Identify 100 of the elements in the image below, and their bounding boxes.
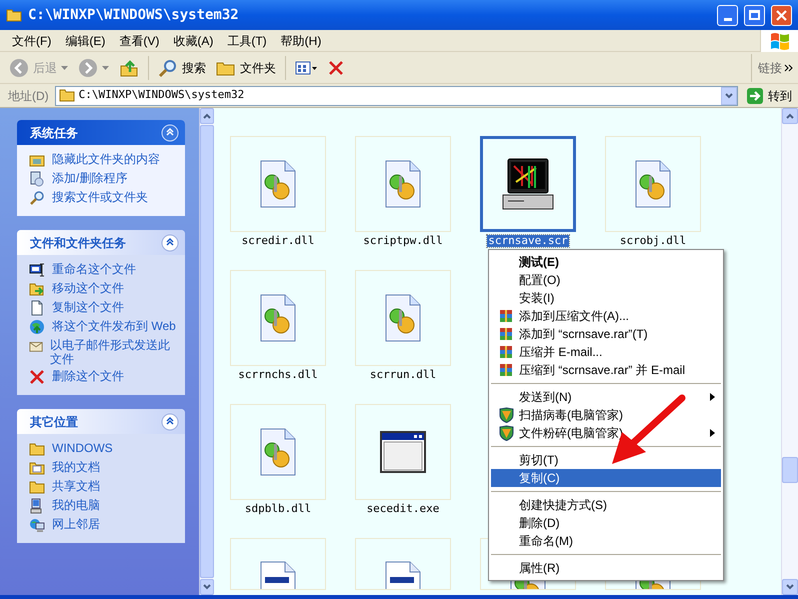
folder-icon (6, 8, 22, 22)
folders-button[interactable]: 文件夹 (213, 54, 279, 80)
task-link[interactable]: 移动这个文件 (52, 281, 124, 295)
menu-item[interactable]: 工具(T) (221, 30, 273, 52)
task-link[interactable]: 以电子邮件形式发送此文件 (50, 338, 177, 366)
shield-icon (499, 407, 514, 423)
task-link[interactable]: 将这个文件发布到 Web (52, 319, 176, 333)
archive-icon (499, 327, 513, 341)
close-button[interactable] (771, 4, 792, 26)
globe-icon (29, 319, 45, 335)
scroll-down-button[interactable] (782, 579, 798, 595)
menu-item[interactable]: 压缩到 “scrnsave.rar” 并 E-mail (491, 361, 721, 379)
file-name[interactable]: secedit.exe (366, 503, 440, 515)
chevron-down-icon (725, 92, 733, 98)
caret-icon (102, 66, 109, 70)
menu-item[interactable]: 添加到压缩文件(A)... (491, 307, 721, 325)
menu-item[interactable]: 帮助(H) (274, 30, 328, 52)
screen-icon (29, 262, 45, 278)
file-name[interactable]: scrrnchs.dll (237, 369, 319, 381)
menu-item[interactable]: 属性(R) (491, 559, 721, 577)
file-name[interactable]: scrnsave.scr (487, 235, 569, 247)
menu-item[interactable]: 发送到(N) (491, 388, 721, 406)
task-link[interactable]: 搜索文件或文件夹 (52, 190, 148, 204)
menu-item[interactable]: 文件(F) (6, 30, 58, 52)
scroll-down-button[interactable] (200, 579, 214, 595)
collapse-icon[interactable] (161, 234, 179, 252)
dropdown-button[interactable] (721, 86, 737, 104)
menu-item[interactable]: 创建快捷方式(S) (491, 496, 721, 514)
file-thumbnail[interactable] (480, 136, 576, 232)
chevron-icon[interactable] (784, 62, 794, 72)
menu-item[interactable]: 配置(O) (491, 271, 721, 289)
task-link[interactable]: 删除这个文件 (52, 369, 124, 383)
maximize-icon (749, 10, 760, 20)
gear-document-icon (259, 294, 297, 342)
task-link[interactable]: 我的电脑 (52, 498, 100, 512)
scroll-up-button[interactable] (782, 108, 798, 124)
task-link[interactable]: 复制这个文件 (52, 300, 124, 314)
chevron-up-icon (203, 113, 211, 119)
links-label[interactable]: 链接 (758, 58, 782, 76)
menu-item[interactable]: 扫描病毒(电脑管家) (491, 406, 721, 424)
submenu-arrow-icon (710, 429, 715, 437)
shield-icon (499, 425, 514, 441)
menu-item[interactable]: 测试(E) (491, 253, 721, 271)
task-link[interactable]: 共享文档 (52, 479, 100, 493)
submenu-arrow-icon (710, 393, 715, 401)
task-link[interactable]: 网上邻居 (52, 517, 100, 531)
gear-document-icon (259, 160, 297, 208)
file-name[interactable]: sdpblb.dll (244, 503, 312, 515)
gear-document-icon (384, 294, 422, 342)
scroll-up-button[interactable] (200, 108, 214, 124)
gear-document-icon (634, 160, 672, 208)
document-icon (29, 300, 45, 316)
windows-flag-icon (768, 30, 790, 50)
folder-document-icon (29, 460, 45, 476)
folder-up-icon (119, 58, 139, 78)
network-icon (29, 517, 45, 533)
file-name[interactable]: scrrun.dll (368, 369, 438, 381)
search-button[interactable]: 搜索 (155, 54, 209, 80)
file-name[interactable]: scrobj.dll (618, 235, 688, 247)
panel-header[interactable]: 系统任务 (17, 120, 185, 145)
task-link[interactable]: 我的文档 (52, 460, 100, 474)
panel-header[interactable]: 文件和文件夹任务 (17, 230, 185, 255)
menu-item[interactable]: 查看(V) (113, 30, 166, 52)
menu-item[interactable]: 删除(D) (491, 514, 721, 532)
archive-icon (499, 363, 513, 377)
panel-header[interactable]: 其它位置 (17, 409, 185, 434)
menu-item[interactable]: 复制(C) (491, 469, 721, 487)
task-link[interactable]: 隐藏此文件夹的内容 (52, 152, 160, 166)
collapse-icon[interactable] (161, 412, 179, 430)
close-icon (776, 10, 787, 20)
computer-monitor-icon (502, 158, 554, 210)
menu-item[interactable]: 添加到 “scrnsave.rar”(T) (491, 325, 721, 343)
task-link[interactable]: WINDOWS (52, 441, 113, 455)
menu-item[interactable]: 剪切(T) (491, 451, 721, 469)
menu-item[interactable]: 压缩并 E-mail... (491, 343, 721, 361)
maximize-button[interactable] (744, 4, 765, 26)
collapse-icon[interactable] (161, 124, 179, 142)
task-link[interactable]: 重命名这个文件 (52, 262, 136, 276)
search-icon (29, 190, 45, 206)
folder-icon (29, 479, 45, 495)
task-link[interactable]: 添加/删除程序 (52, 171, 128, 185)
folder-icon (58, 89, 75, 102)
menu-item[interactable]: 重命名(M) (491, 532, 721, 550)
address-label: 地址(D) (8, 88, 49, 104)
menu-item[interactable]: 收藏(A) (167, 30, 220, 52)
menu-item[interactable]: 安装(I) (491, 289, 721, 307)
scrollbar[interactable] (781, 108, 798, 595)
scroll-thumb[interactable] (782, 457, 798, 483)
file-name[interactable]: scredir.dll (240, 235, 316, 247)
address-field[interactable]: C:\WINXP\WINDOWS\system32 (54, 86, 738, 106)
minimize-button[interactable] (717, 4, 738, 26)
menu-item[interactable]: 编辑(E) (59, 30, 112, 52)
file-name[interactable]: scriptpw.dll (362, 235, 444, 247)
archive-icon (499, 345, 513, 359)
document-icon (384, 561, 422, 589)
program-icon (29, 171, 45, 187)
program-window-icon (380, 431, 426, 473)
go-button[interactable]: 转到 (744, 86, 794, 106)
folder-icon (29, 441, 45, 457)
chevron-down-icon (786, 584, 794, 590)
